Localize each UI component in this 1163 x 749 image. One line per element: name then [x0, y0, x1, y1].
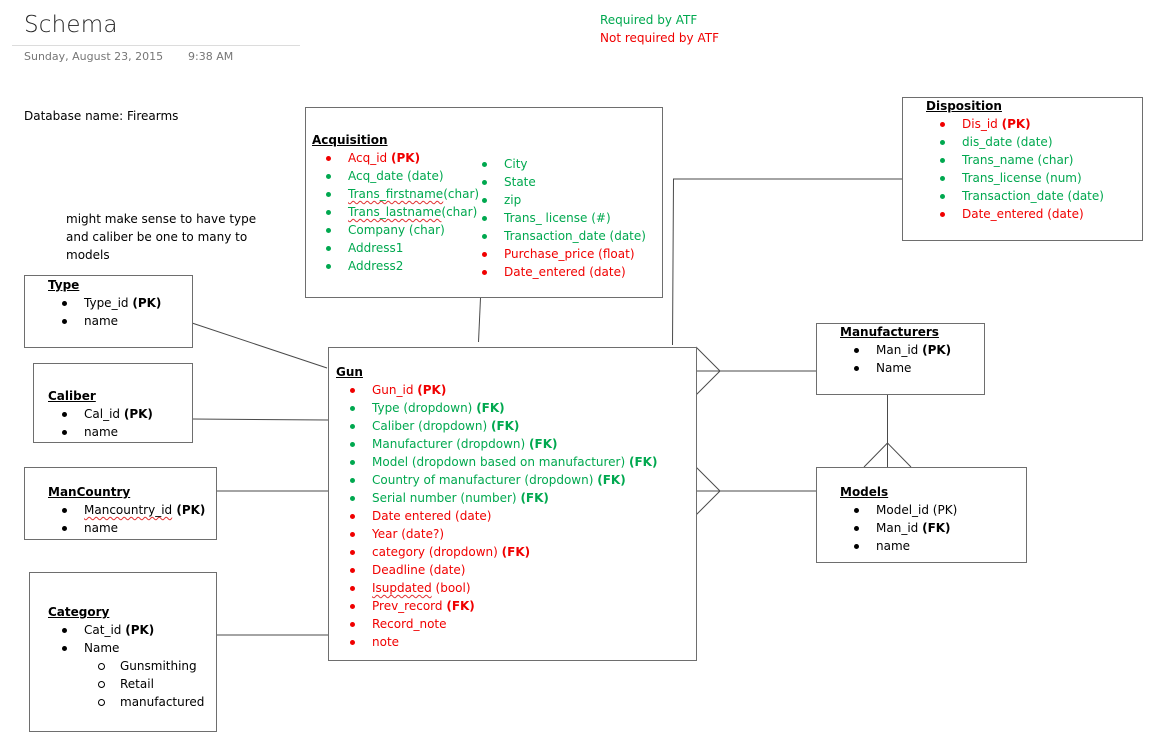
entity-manufacturers-content: Manufacturers Man_id (PK) Name — [840, 323, 951, 377]
field-transaction-date: Transaction_date (date) — [926, 187, 1104, 205]
field-transaction-date: Transaction_date (date) — [468, 227, 646, 245]
field-caliber: Caliber (dropdown) (FK) — [336, 417, 657, 435]
field-mancountry-id: Mancountry_id (PK) — [48, 501, 205, 519]
entity-disposition-content: Disposition Dis_id (PK) dis_date (date) … — [926, 97, 1104, 223]
field-model: Model (dropdown based on manufacturer) (… — [336, 453, 657, 471]
entity-acquisition-content: Acquisition Acq_id (PK) Acq_date (date) … — [312, 131, 479, 275]
field-acq-id: Acq_id (PK) — [312, 149, 479, 167]
entity-title: Acquisition — [312, 133, 388, 147]
field-prev-record: Prev_record (FK) — [336, 597, 657, 615]
field-name: Name — [48, 639, 204, 657]
type-gun-link — [191, 322, 328, 369]
entity-mancountry-content: ManCountry Mancountry_id (PK) name — [48, 483, 205, 537]
field-manufacturer: Manufacturer (dropdown) (FK) — [336, 435, 657, 453]
field-city: City — [468, 155, 646, 173]
field-name: name — [48, 312, 161, 330]
field-name: Name — [840, 359, 951, 377]
field-company: Company (char) — [312, 221, 479, 239]
field-trans-lastname: Trans_lastname(char) — [312, 203, 479, 221]
entity-title: Category — [48, 605, 110, 619]
field-deadline: Deadline (date) — [336, 561, 657, 579]
entity-title: Models — [840, 485, 889, 499]
field-name: name — [48, 519, 205, 537]
entity-title: ManCountry — [48, 485, 131, 499]
category-value-gunsmithing: Gunsmithing — [48, 657, 204, 675]
field-date-entered: Date_entered (date) — [926, 205, 1104, 223]
field-address1: Address1 — [312, 239, 479, 257]
field-type-id: Type_id (PK) — [48, 294, 161, 312]
field-model-id: Model_id (PK) — [840, 501, 957, 519]
entity-title: Caliber — [48, 389, 96, 403]
field-isupdated: Isupdated (bool) — [336, 579, 657, 597]
field-trans-name: Trans_name (char) — [926, 151, 1104, 169]
field-zip: zip — [468, 191, 646, 209]
entity-title: Manufacturers — [840, 325, 939, 339]
field-purchase-price: Purchase_price (float) — [468, 245, 646, 263]
disposition-gun-link — [672, 178, 902, 346]
entity-title: Disposition — [926, 99, 1002, 113]
entity-models-content: Models Model_id (PK) Man_id (FK) name — [840, 483, 957, 555]
acquisition-gun-link — [478, 297, 481, 343]
field-year: Year (date?) — [336, 525, 657, 543]
field-address2: Address2 — [312, 257, 479, 275]
field-name: name — [48, 423, 153, 441]
category-value-manufactured: manufactured — [48, 693, 204, 711]
entity-title: Type — [48, 278, 80, 292]
field-date-entered: Date_entered (date) — [468, 263, 646, 281]
gun-models-link — [695, 466, 816, 516]
field-trans-license: Trans_license (num) — [926, 169, 1104, 187]
field-gun-id: Gun_id (PK) — [336, 381, 657, 399]
field-note: note — [336, 633, 657, 651]
entity-type-content: Type Type_id (PK) name — [48, 276, 161, 330]
field-country-of-manufacturer: Country of manufacturer (dropdown) (FK) — [336, 471, 657, 489]
entity-acquisition-col2: City State zip Trans_ license (#) Transa… — [468, 155, 646, 281]
field-man-id: Man_id (FK) — [840, 519, 957, 537]
caliber-gun-link — [191, 418, 329, 421]
field-serial-number: Serial number (number) (FK) — [336, 489, 657, 507]
field-cal-id: Cal_id (PK) — [48, 405, 153, 423]
field-acq-date: Acq_date (date) — [312, 167, 479, 185]
entity-gun-content: Gun Gun_id (PK) Type (dropdown) (FK) Cal… — [336, 363, 657, 651]
field-trans-license: Trans_ license (#) — [468, 209, 646, 227]
field-state: State — [468, 173, 646, 191]
field-date-entered: Date entered (date) — [336, 507, 657, 525]
gun-manufacturers-link — [695, 346, 816, 396]
field-dis-id: Dis_id (PK) — [926, 115, 1104, 133]
field-man-id: Man_id (PK) — [840, 341, 951, 359]
category-value-retail: Retail — [48, 675, 204, 693]
manufacturers-models-link — [863, 395, 912, 468]
field-type: Type (dropdown) (FK) — [336, 399, 657, 417]
field-name: name — [840, 537, 957, 555]
field-dis-date: dis_date (date) — [926, 133, 1104, 151]
field-cat-id: Cat_id (PK) — [48, 621, 204, 639]
field-record-note: Record_note — [336, 615, 657, 633]
field-category: category (dropdown) (FK) — [336, 543, 657, 561]
entity-caliber-content: Caliber Cal_id (PK) name — [48, 387, 153, 441]
field-trans-firstname: Trans_firstname(char) — [312, 185, 479, 203]
entity-title: Gun — [336, 365, 363, 379]
entity-category-content: Category Cat_id (PK) Name Gunsmithing Re… — [48, 603, 204, 711]
